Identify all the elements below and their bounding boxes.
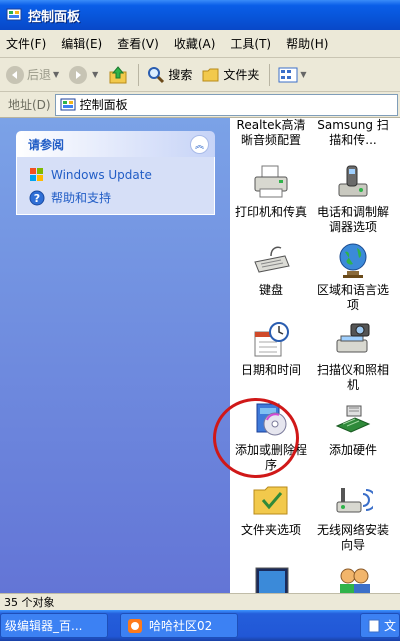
views-button[interactable]: ▼	[278, 67, 307, 83]
svg-text:?: ?	[34, 192, 40, 205]
toolbar-separator	[269, 63, 271, 86]
highlight-circle	[213, 398, 299, 478]
toolbar: 后退 ▼ ▼ 搜索 文件夹 ▼	[0, 58, 400, 92]
item-label: 文件夹选项	[240, 523, 301, 537]
object-count: 35 个对象	[4, 596, 55, 609]
display-icon	[255, 567, 289, 593]
calendar-clock-icon	[254, 322, 289, 357]
add-hardware-icon	[335, 405, 371, 433]
item-samsung-scan[interactable]: Samsung 扫描和传...	[314, 118, 392, 148]
windows-update-link[interactable]: Windows Update	[29, 167, 152, 183]
control-panel-icon	[60, 98, 76, 110]
menu-bar: 文件(F) 编辑(E) 查看(V) 收藏(A) 工具(T) 帮助(H)	[0, 30, 400, 58]
taskbar-button[interactable]: 哈哈社区02	[120, 613, 238, 638]
see-also-body: Windows Update ? 帮助和支持	[16, 157, 215, 215]
windows-update-icon	[30, 168, 43, 181]
taskbar-label: 级编辑器_百...	[5, 619, 83, 633]
item-add-hardware[interactable]: 添加硬件	[314, 400, 392, 458]
collapse-chevron-icon[interactable]: ︽	[190, 135, 209, 154]
item-wireless-network[interactable]: 无线网络安装向导	[314, 480, 392, 553]
phone-modem-icon	[338, 165, 368, 197]
item-keyboard[interactable]: 键盘	[232, 240, 310, 298]
item-realtek-audio[interactable]: Realtek高清晰音频配置	[232, 118, 310, 148]
control-panel-items: Realtek高清晰音频配置 Samsung 扫描和传... 打印机和传真 电话…	[230, 118, 400, 593]
see-also-title: 请参阅	[28, 137, 65, 152]
forward-dropdown-icon[interactable]: ▼	[92, 70, 98, 79]
search-label: 搜索	[168, 68, 193, 82]
item-scanners-cameras[interactable]: 扫描仪和照相机	[314, 320, 392, 393]
document-icon	[368, 619, 380, 632]
address-bar: 地址(D) 控制面板	[0, 92, 400, 118]
item-date-time[interactable]: 日期和时间	[232, 320, 310, 378]
toolbar-separator	[138, 63, 140, 86]
help-icon: ?	[29, 190, 45, 205]
up-button[interactable]	[108, 65, 128, 85]
back-arrow-icon	[6, 65, 24, 84]
taskbar-label: 哈哈社区02	[149, 619, 213, 633]
item-label: Realtek高清晰音频配置	[236, 118, 306, 147]
folder-options-icon	[253, 486, 288, 515]
item-phone-modem[interactable]: 电话和调制解调器选项	[314, 162, 392, 235]
item-regional-language[interactable]: 区域和语言选项	[314, 240, 392, 313]
scanner-camera-icon	[336, 323, 370, 353]
title-bar: 控制面板	[0, 0, 400, 30]
address-value: 控制面板	[79, 98, 128, 112]
back-button[interactable]: 后退 ▼	[6, 65, 59, 84]
menu-view[interactable]: 查看(V)	[117, 35, 159, 52]
help-support-label: 帮助和支持	[51, 191, 112, 205]
item-label: 日期和时间	[240, 363, 301, 377]
back-label: 后退	[27, 68, 52, 82]
printer-icon	[254, 165, 288, 198]
views-dropdown-icon[interactable]: ▼	[300, 70, 306, 79]
item-label: 打印机和传真	[234, 205, 307, 219]
control-panel-icon	[6, 8, 22, 21]
search-icon	[148, 66, 165, 83]
wireless-network-icon	[336, 488, 373, 513]
windows-update-label: Windows Update	[51, 168, 152, 182]
item-label: 区域和语言选项	[316, 283, 389, 312]
item-label: 无线网络安装向导	[316, 523, 389, 552]
item-label: 电话和调制解调器选项	[316, 205, 389, 234]
menu-edit[interactable]: 编辑(E)	[61, 35, 102, 52]
task-pane: 请参阅 ︽ Windows Update ? 帮助和支持	[0, 118, 230, 593]
up-folder-icon	[109, 65, 127, 83]
views-icon	[278, 67, 298, 82]
taskbar-button[interactable]: 级编辑器_百...	[0, 613, 108, 638]
item-label: 添加硬件	[328, 443, 377, 457]
search-button[interactable]: 搜索	[147, 66, 192, 84]
menu-file[interactable]: 文件(F)	[6, 35, 46, 52]
forward-button[interactable]: ▼	[69, 65, 98, 84]
user-accounts-icon	[340, 568, 370, 593]
item-label: 扫描仪和照相机	[316, 363, 389, 392]
help-support-link[interactable]: ? 帮助和支持	[29, 189, 111, 206]
folders-button[interactable]: 文件夹	[202, 66, 259, 83]
folders-label: 文件夹	[223, 68, 260, 82]
back-dropdown-icon[interactable]: ▼	[53, 70, 59, 79]
item-label: Samsung 扫描和传...	[317, 118, 389, 147]
forward-arrow-icon	[69, 65, 88, 84]
address-input[interactable]: 控制面板	[54, 93, 398, 116]
taskbar-button[interactable]: 文	[360, 613, 400, 638]
status-bar: 35 个对象	[0, 593, 400, 610]
keyboard-icon	[254, 246, 290, 273]
app-icon	[128, 618, 142, 633]
item-printers[interactable]: 打印机和传真	[232, 162, 310, 220]
menu-tools[interactable]: 工具(T)	[230, 35, 271, 52]
folder-icon	[202, 68, 219, 81]
taskbar-label: 文	[384, 619, 397, 633]
taskbar: 级编辑器_百... 哈哈社区02 文	[0, 610, 400, 641]
item-label: 键盘	[258, 283, 283, 297]
window-title: 控制面板	[28, 9, 81, 25]
see-also-header[interactable]: 请参阅 ︽	[16, 131, 215, 157]
menu-favorites[interactable]: 收藏(A)	[174, 35, 216, 52]
globe-icon	[339, 243, 367, 278]
menu-help[interactable]: 帮助(H)	[286, 35, 328, 52]
item-folder-options[interactable]: 文件夹选项	[232, 480, 310, 538]
address-label: 地址(D)	[8, 98, 51, 112]
